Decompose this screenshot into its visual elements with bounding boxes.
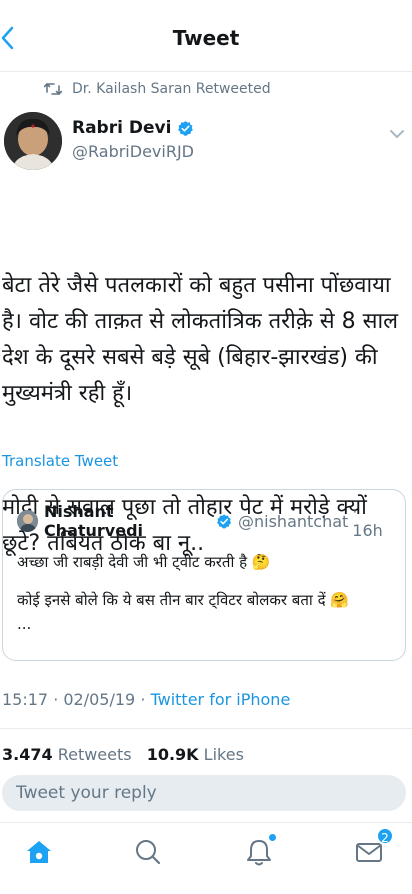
- verified-badge-icon: [178, 120, 194, 136]
- home-icon[interactable]: [24, 837, 54, 867]
- tweet-source-link[interactable]: Twitter for iPhone: [150, 690, 290, 709]
- quoted-line: अच्छा जी राबड़ी देवी जी भी ट्वीट करती है…: [17, 553, 271, 571]
- author-handle[interactable]: @RabriDeviRJD: [72, 142, 194, 161]
- notifications-bell-icon[interactable]: [244, 834, 276, 867]
- translate-tweet-link[interactable]: Translate Tweet: [2, 452, 118, 470]
- author-name[interactable]: Rabri Devi: [72, 118, 194, 138]
- reply-input[interactable]: Tweet your reply: [2, 775, 406, 811]
- author-name-text: Rabri Devi: [72, 118, 172, 138]
- notification-dot: [269, 834, 276, 841]
- verified-badge-icon: [216, 513, 231, 528]
- retweets-label[interactable]: Retweets: [58, 745, 132, 764]
- messages-badge: 2: [376, 827, 394, 845]
- quoted-author-name: Nishant Chaturvedi: [43, 502, 144, 540]
- page-title: Tweet: [172, 26, 240, 50]
- quoted-author-handle: @nishantchat: [238, 511, 349, 531]
- author-avatar[interactable]: [4, 112, 62, 170]
- retweet-context-label: Dr. Kailash Saran Retweeted: [72, 81, 271, 97]
- likes-count[interactable]: 10.9K: [147, 745, 199, 764]
- divider: [0, 728, 412, 729]
- quoted-line: कोई इनसे बोले कि ये बस तीन बार ट्विटर बो…: [17, 591, 349, 609]
- chevron-down-icon[interactable]: [388, 126, 406, 140]
- tweet-time: 15:17 · 02/05/19 ·: [2, 690, 151, 709]
- tweet-timestamp: 15:17 · 02/05/19 · Twitter for iPhone: [2, 690, 290, 709]
- search-icon[interactable]: [133, 837, 163, 867]
- bottom-tab-bar: 2: [0, 822, 412, 894]
- quoted-tweet-text: अच्छा जी राबड़ी देवी जी भी ट्वीट करती है…: [17, 550, 391, 636]
- retweets-count[interactable]: 3.474: [2, 745, 53, 764]
- quoted-ellipsis: ...: [17, 615, 32, 633]
- top-bar: Tweet: [0, 0, 412, 72]
- tweet-paragraph: बेटा तेरे जैसे पतलकारों को बहुत पसीना पो…: [2, 273, 406, 406]
- likes-label[interactable]: Likes: [204, 745, 244, 764]
- quoted-tweet-header: Nishant Chaturvedi @nishantchat · 16h: [17, 502, 391, 540]
- retweet-context[interactable]: Dr. Kailash Saran Retweeted: [44, 78, 271, 100]
- retweet-icon: [44, 83, 62, 95]
- quoted-author-avatar: [17, 510, 38, 532]
- messages-envelope-icon[interactable]: 2: [354, 827, 394, 867]
- quoted-tweet[interactable]: Nishant Chaturvedi @nishantchat · 16h अच…: [2, 489, 406, 661]
- quoted-tweet-time: · 16h: [352, 502, 383, 540]
- engagement-stats: 3.474 Retweets 10.9K Likes: [2, 745, 244, 764]
